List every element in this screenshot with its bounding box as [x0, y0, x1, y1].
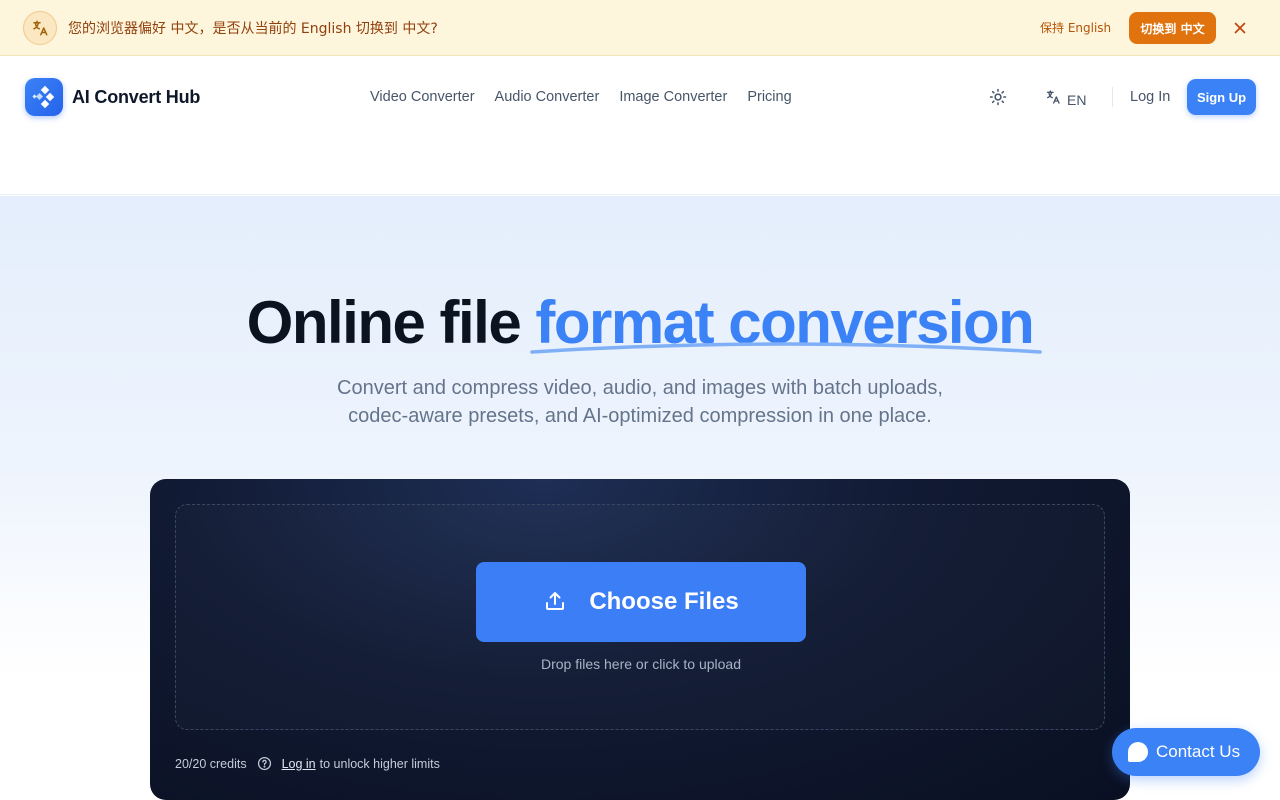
nav-audio-converter[interactable]: Audio Converter	[495, 89, 600, 105]
unlock-text: to unlock higher limits	[319, 756, 440, 771]
language-code: EN	[1067, 91, 1087, 108]
signup-button[interactable]: Sign Up	[1187, 79, 1256, 115]
language-banner: 您的浏览器偏好 中文，是否从当前的 English 切换到 中文? 保持 Eng…	[0, 0, 1280, 56]
hero-subtitle: Convert and compress video, audio, and i…	[0, 374, 1280, 430]
title-plain: Online file	[246, 289, 522, 356]
nav-video-converter[interactable]: Video Converter	[370, 89, 475, 105]
file-dropzone[interactable]: Choose Files Drop files here or click to…	[175, 504, 1105, 730]
brand-name[interactable]: AI Convert Hub	[72, 87, 200, 108]
logo-icon[interactable]	[25, 78, 63, 116]
translate-icon	[1045, 89, 1061, 110]
theme-toggle-sun-icon[interactable]	[988, 87, 1008, 107]
contact-us-button[interactable]: Contact Us	[1112, 728, 1260, 776]
title-underline	[530, 342, 1042, 354]
language-selector[interactable]: EN	[1045, 89, 1086, 110]
subtitle-line-2: codec-aware presets, and AI-optimized co…	[348, 405, 932, 427]
login-link[interactable]: Log in	[282, 757, 316, 771]
switch-language-button[interactable]: 切换到 中文	[1129, 12, 1216, 44]
keep-english-button[interactable]: 保持 English	[1040, 19, 1111, 36]
translate-icon	[23, 11, 57, 45]
close-icon[interactable]	[1231, 19, 1249, 37]
choose-files-label: Choose Files	[589, 588, 739, 615]
contact-us-label: Contact Us	[1156, 742, 1241, 761]
subtitle-line-1: Convert and compress video, audio, and i…	[337, 377, 943, 399]
login-button[interactable]: Log In	[1130, 89, 1170, 105]
credits-bar: 20/20 credits Log in to unlock higher li…	[175, 756, 440, 771]
hero-section: Online file format conversion Convert an…	[0, 196, 1280, 800]
site-header: AI Convert Hub Video Converter Audio Con…	[0, 57, 1280, 195]
upload-icon	[543, 589, 567, 616]
nav-pricing[interactable]: Pricing	[747, 89, 791, 105]
banner-message: 您的浏览器偏好 中文，是否从当前的 English 切换到 中文?	[68, 21, 438, 37]
choose-files-button[interactable]: Choose Files	[476, 562, 806, 642]
nav-image-converter[interactable]: Image Converter	[619, 89, 727, 105]
upload-card: Choose Files Drop files here or click to…	[150, 479, 1130, 800]
chat-bubble-icon	[1128, 742, 1148, 762]
header-divider	[1112, 87, 1113, 107]
main-nav: Video Converter Audio Converter Image Co…	[370, 89, 792, 105]
help-circle-icon[interactable]	[257, 756, 272, 771]
drop-hint: Drop files here or click to upload	[541, 656, 741, 672]
credits-count: 20/20 credits	[175, 756, 247, 771]
